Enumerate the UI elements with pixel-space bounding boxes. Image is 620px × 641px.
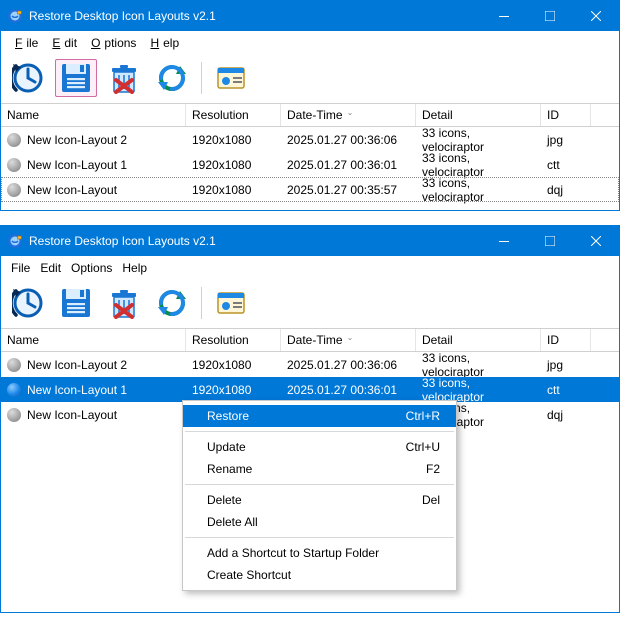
- window-bottom: Restore Desktop Icon Layouts v2.1 File E…: [0, 225, 620, 613]
- context-menu: Restore Ctrl+R Update Ctrl+U Rename F2 D…: [182, 400, 457, 591]
- ctx-separator: [185, 484, 454, 485]
- menu-edit[interactable]: Edit: [44, 34, 81, 52]
- row-icon: [7, 383, 21, 397]
- ctx-create-shortcut[interactable]: Create Shortcut: [183, 564, 456, 586]
- menu-file[interactable]: File: [7, 34, 42, 52]
- toolbar: [1, 55, 619, 103]
- row-icon: [7, 358, 21, 372]
- menu-help[interactable]: Help: [142, 34, 183, 52]
- column-name[interactable]: Name: [1, 104, 186, 126]
- minimize-button[interactable]: [481, 226, 527, 256]
- ctx-update[interactable]: Update Ctrl+U: [183, 436, 456, 458]
- grid-body: New Icon-Layout 2 1920x1080 2025.01.27 0…: [1, 127, 619, 210]
- table-row[interactable]: New Icon-Layout 1 1920x1080 2025.01.27 0…: [1, 152, 619, 177]
- column-datetime[interactable]: Date-Time⌄: [281, 329, 416, 351]
- maximize-button[interactable]: [527, 1, 573, 31]
- ctx-startup-shortcut[interactable]: Add a Shortcut to Startup Folder: [183, 542, 456, 564]
- table-row[interactable]: New Icon-Layout 1 1920x1080 2025.01.27 0…: [1, 377, 619, 402]
- grid-header: Name Resolution Date-Time⌄ Detail ID: [1, 328, 619, 352]
- column-resolution[interactable]: Resolution: [186, 329, 281, 351]
- row-icon: [7, 158, 21, 172]
- app-icon: [7, 8, 23, 24]
- window-top: Restore Desktop Icon Layouts v2.1 File E…: [0, 0, 620, 211]
- window-title: Restore Desktop Icon Layouts v2.1: [29, 234, 481, 248]
- window-controls: [481, 1, 619, 31]
- menubar: File Edit Options Help: [1, 31, 619, 55]
- menubar: File Edit Options Help: [1, 256, 619, 280]
- save-tool-button[interactable]: [55, 284, 97, 322]
- window-controls: [481, 226, 619, 256]
- column-detail[interactable]: Detail: [416, 329, 541, 351]
- column-id[interactable]: ID: [541, 104, 591, 126]
- window-title: Restore Desktop Icon Layouts v2.1: [29, 9, 481, 23]
- refresh-tool-button[interactable]: [151, 59, 193, 97]
- table-row[interactable]: New Icon-Layout 1920x1080 2025.01.27 00:…: [1, 177, 619, 202]
- column-detail[interactable]: Detail: [416, 104, 541, 126]
- table-row[interactable]: New Icon-Layout 2 1920x1080 2025.01.27 0…: [1, 127, 619, 152]
- badge-tool-button[interactable]: [210, 59, 252, 97]
- grid-header: Name Resolution Date-Time⌄ Detail ID: [1, 103, 619, 127]
- app-icon: [7, 233, 23, 249]
- delete-tool-button[interactable]: [103, 59, 145, 97]
- column-name[interactable]: Name: [1, 329, 186, 351]
- sort-indicator-icon: ⌄: [347, 333, 354, 342]
- badge-tool-button[interactable]: [210, 284, 252, 322]
- close-button[interactable]: [573, 1, 619, 31]
- row-icon: [7, 408, 21, 422]
- menu-options[interactable]: Options: [67, 259, 116, 277]
- save-tool-button[interactable]: [55, 59, 97, 97]
- ctx-separator: [185, 431, 454, 432]
- ctx-delete-all[interactable]: Delete All: [183, 511, 456, 533]
- column-id[interactable]: ID: [541, 329, 591, 351]
- minimize-button[interactable]: [481, 1, 527, 31]
- ctx-restore[interactable]: Restore Ctrl+R: [183, 405, 456, 427]
- titlebar[interactable]: Restore Desktop Icon Layouts v2.1: [1, 1, 619, 31]
- table-row[interactable]: New Icon-Layout 2 1920x1080 2025.01.27 0…: [1, 352, 619, 377]
- toolbar: [1, 280, 619, 328]
- menu-help[interactable]: Help: [118, 259, 151, 277]
- menu-file[interactable]: File: [7, 259, 34, 277]
- close-button[interactable]: [573, 226, 619, 256]
- toolbar-separator: [201, 62, 202, 94]
- column-resolution[interactable]: Resolution: [186, 104, 281, 126]
- menu-options[interactable]: Options: [83, 34, 140, 52]
- ctx-separator: [185, 537, 454, 538]
- menu-edit[interactable]: Edit: [36, 259, 65, 277]
- delete-tool-button[interactable]: [103, 284, 145, 322]
- ctx-rename[interactable]: Rename F2: [183, 458, 456, 480]
- row-icon: [7, 183, 21, 197]
- restore-tool-button[interactable]: [7, 284, 49, 322]
- maximize-button[interactable]: [527, 226, 573, 256]
- column-datetime[interactable]: Date-Time⌄: [281, 104, 416, 126]
- ctx-delete[interactable]: Delete Del: [183, 489, 456, 511]
- grid-body: New Icon-Layout 2 1920x1080 2025.01.27 0…: [1, 352, 619, 612]
- toolbar-separator: [201, 287, 202, 319]
- titlebar[interactable]: Restore Desktop Icon Layouts v2.1: [1, 226, 619, 256]
- restore-tool-button[interactable]: [7, 59, 49, 97]
- row-icon: [7, 133, 21, 147]
- sort-indicator-icon: ⌄: [347, 108, 354, 117]
- refresh-tool-button[interactable]: [151, 284, 193, 322]
